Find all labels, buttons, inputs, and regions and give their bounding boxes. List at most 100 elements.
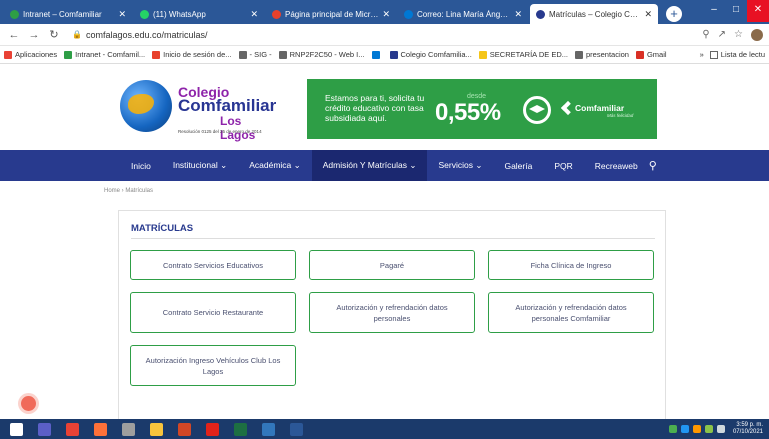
back-arrow-icon[interactable]: ← (6, 29, 22, 41)
edge-taskbar-icon[interactable] (256, 419, 280, 439)
reload-icon[interactable]: ↻ (46, 28, 62, 41)
bookmark-label: - SIG - (249, 50, 272, 59)
reading-list-button[interactable]: Lista de lectu (709, 50, 765, 59)
logo-line2: Comfamiliar (178, 96, 277, 115)
tray-battery-icon[interactable] (704, 425, 713, 433)
system-tray: 3:59 p. m. 07/10/2021 (668, 422, 769, 436)
tab-close-icon[interactable]: ✕ (382, 9, 390, 20)
clock-time: 3:59 p. m. (736, 422, 763, 428)
firefox-icon (93, 422, 107, 436)
word-taskbar-icon[interactable] (284, 419, 308, 439)
tab-favicon-icon (140, 9, 149, 19)
logo-line3: Los Lagos (220, 114, 256, 142)
nav-item[interactable]: Institucional ⌄ (162, 150, 238, 181)
banner-brand: Comfamiliar (575, 103, 625, 113)
pagare-button[interactable]: Pagaré (309, 250, 475, 280)
nav-item[interactable]: PQR (543, 150, 583, 181)
powerpoint-taskbar-icon[interactable] (172, 419, 196, 439)
browser-tab[interactable]: Correo: Lina María Ángel Gómez ✕ (398, 4, 528, 24)
bookmark-label: presentacion (586, 50, 629, 59)
banner-percent: 0,55% (435, 99, 501, 126)
tab-close-icon[interactable]: ✕ (644, 9, 652, 20)
maximize-button[interactable]: □ (725, 0, 747, 22)
excel-taskbar-icon[interactable] (228, 419, 252, 439)
autorizacion-vehiculos-button[interactable]: Autorización Ingreso Vehículos Club Los … (130, 345, 296, 386)
nav-item[interactable]: Inicio (120, 150, 162, 181)
bookmark-item[interactable]: - SIG - (238, 50, 272, 59)
autorizacion-datos-button[interactable]: Autorización y refrendación datos person… (309, 292, 475, 333)
acrobat-icon (205, 422, 219, 436)
tray-volume-icon[interactable] (692, 425, 701, 433)
zoom-icon[interactable]: ⚲ (702, 29, 709, 40)
bookmark-item[interactable]: RNP2F2C50 - Web I... (278, 50, 365, 59)
browser-tab[interactable]: Intranet – Comfamiliar ✕ (4, 4, 132, 24)
windows-icon (9, 422, 23, 436)
ficha-clinica-button[interactable]: Ficha Clínica de Ingreso (488, 250, 654, 280)
tab-close-icon[interactable]: ✕ (118, 9, 126, 20)
bookmark-item[interactable]: Colegio Comfamilia... (389, 50, 472, 59)
browser-tab[interactable]: (11) WhatsApp ✕ (134, 4, 264, 24)
taskbar-clock[interactable]: 3:59 p. m. 07/10/2021 (733, 422, 763, 436)
share-icon[interactable]: ↗ (718, 29, 726, 40)
bookmark-item[interactable]: Inicio de sesión de... (152, 50, 232, 59)
bookmark-item[interactable] (371, 50, 383, 59)
feedback-bubble-icon[interactable] (21, 396, 36, 411)
firefox-taskbar-icon[interactable] (88, 419, 112, 439)
browser-tab[interactable]: Matrículas – Colegio Comfamilia✕ (530, 4, 658, 24)
new-tab-button[interactable]: + (666, 6, 682, 22)
reading-list-label: Lista de lectu (720, 50, 765, 59)
autorizacion-datos-comfamiliar-button[interactable]: Autorización y refrendación datos person… (488, 292, 654, 333)
bookmark-item[interactable]: Intranet - Comfamil... (64, 50, 145, 59)
tray-network-icon[interactable] (680, 425, 689, 433)
bookmark-favicon-icon (635, 50, 644, 59)
gimp-taskbar-icon[interactable] (116, 419, 140, 439)
bookmark-label: Intranet - Comfamil... (75, 50, 146, 59)
nav-item[interactable]: Servicios ⌄ (427, 150, 493, 181)
bookmark-favicon-icon (389, 50, 398, 59)
profile-avatar[interactable] (751, 28, 763, 41)
bookmark-item[interactable]: Aplicaciones (4, 50, 57, 59)
tab-close-icon[interactable]: ✕ (514, 9, 522, 20)
tab-close-icon[interactable]: ✕ (250, 9, 258, 20)
bookmarks-overflow-button[interactable]: » (700, 50, 704, 59)
star-icon[interactable]: ☆ (734, 29, 743, 40)
comfamiliar-chevron-icon (560, 100, 576, 116)
tray-language-icon[interactable] (716, 425, 725, 433)
chrome-taskbar-icon[interactable] (60, 419, 84, 439)
bookmark-label: Inicio de sesión de... (163, 50, 232, 59)
windows-taskbar-icon[interactable] (4, 419, 28, 439)
tab-favicon-icon (536, 9, 545, 19)
forward-arrow-icon[interactable]: → (26, 29, 42, 41)
nav-item[interactable]: Admisión Y Matrículas ⌄ (311, 150, 428, 181)
search-icon[interactable]: ⚲ (649, 159, 657, 172)
address-bar: ← → ↻ 🔒 comfalagos.edu.co/matriculas/ ⚲ … (0, 24, 769, 46)
nav-item[interactable]: Recreaweb (584, 150, 649, 181)
banner-text: Estamos para ti, solicita tu crédito edu… (325, 93, 425, 123)
acrobat-taskbar-icon[interactable] (200, 419, 224, 439)
gimp-icon (121, 422, 135, 436)
site-logo[interactable]: Colegio Comfamiliar Los Lagos Resolución… (120, 78, 276, 142)
credit-banner[interactable]: Estamos para ti, solicita tu crédito edu… (307, 79, 657, 139)
reading-list-icon (709, 50, 718, 59)
nav-item[interactable]: Académica ⌄ (238, 150, 312, 181)
banner-brand-tagline: Más felicidad (607, 113, 634, 118)
file-explorer-icon (149, 422, 163, 436)
bookmark-item[interactable]: presentacion (575, 50, 629, 59)
bookmark-item[interactable]: SECRETARÍA DE ED... (478, 50, 569, 59)
contrato-restaurante-button[interactable]: Contrato Servicio Restaurante (130, 292, 296, 333)
nav-item[interactable]: Galería (493, 150, 543, 181)
tray-app-icon[interactable] (668, 425, 677, 433)
file-explorer-taskbar-icon[interactable] (144, 419, 168, 439)
browser-tab[interactable]: Página principal de Microsoft C✕ (266, 4, 396, 24)
bookmark-item[interactable]: Gmail (635, 50, 667, 59)
bookmark-label: Aplicaciones (15, 50, 58, 59)
bookmark-label: SECRETARÍA DE ED... (489, 50, 569, 59)
lock-icon[interactable]: 🔒 (72, 30, 82, 40)
close-window-button[interactable]: ✕ (747, 0, 769, 22)
contrato-servicios-educativos-button[interactable]: Contrato Servicios Educativos (130, 250, 296, 280)
url-field[interactable]: comfalagos.edu.co/matriculas/ (86, 30, 208, 40)
minimize-button[interactable]: – (703, 0, 725, 22)
teams-taskbar-icon[interactable] (32, 419, 56, 439)
breadcrumb[interactable]: Home › Matrículas (104, 188, 153, 194)
bookmark-favicon-icon (575, 50, 584, 59)
